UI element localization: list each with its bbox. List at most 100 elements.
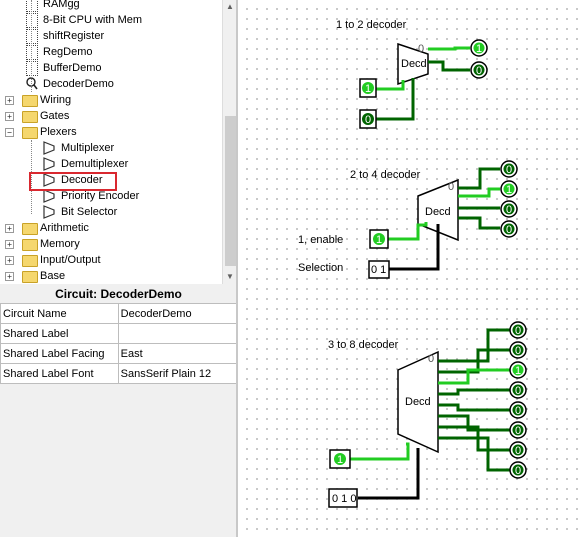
attribute-row: Shared Label Facing East: [0, 343, 238, 364]
tree-item-label: Multiplexer: [61, 142, 115, 154]
attribute-value[interactable]: SansSerif Plain 12: [117, 363, 238, 384]
decoder3-output-wires: [438, 328, 510, 472]
tree-guide-line: [31, 0, 32, 92]
decoder3-selection-pin[interactable]: 0 1 0: [328, 488, 358, 508]
decoder1-enable-pin[interactable]: 0: [359, 109, 377, 129]
attribute-name: Shared Label Facing: [0, 343, 119, 364]
tree-item-label: BufferDemo: [43, 62, 102, 74]
decoder2-selection-pin[interactable]: 0 1: [368, 260, 390, 279]
scroll-down-icon[interactable]: ▼: [226, 272, 234, 281]
decoder3-output-bit: 0: [515, 345, 521, 357]
folder-icon: [22, 239, 38, 251]
decoder1-wire-out0: [428, 46, 470, 51]
collapse-icon[interactable]: −: [5, 128, 14, 137]
attribute-name: Shared Label: [0, 323, 119, 344]
tree-item-memory[interactable]: + Memory: [0, 236, 222, 252]
tree-item-bit-selector[interactable]: Bit Selector: [0, 204, 222, 220]
folder-icon: [22, 255, 38, 267]
scroll-thumb[interactable]: [225, 116, 236, 266]
attributes-title: Circuit: DecoderDemo: [55, 287, 182, 301]
decoder3-output-bit: 0: [515, 385, 521, 397]
decoder2-wire-out3: [458, 216, 500, 230]
decoder1-enable-bit: 0: [365, 114, 371, 126]
attribute-row: Shared Label Font SansSerif Plain 12: [0, 363, 238, 384]
circuit-canvas[interactable]: 1 to 2 decoder Decd 0 1 0 1 0 2 to 4 dec…: [238, 0, 581, 537]
attribute-value[interactable]: East: [117, 343, 238, 364]
expand-icon[interactable]: +: [5, 224, 14, 233]
expand-icon[interactable]: +: [5, 272, 14, 281]
svg-text:1: 1: [337, 454, 343, 466]
svg-text:1: 1: [476, 43, 482, 55]
tree-item-label: RAMgg: [43, 0, 80, 10]
tree-item-base[interactable]: + Base: [0, 268, 222, 284]
svg-text:0: 0: [506, 224, 512, 236]
decoder2-wire-sel: [388, 224, 440, 271]
folder-icon: [22, 111, 38, 123]
tree-item-label: 8-Bit CPU with Mem: [43, 14, 143, 26]
tree-item-gates[interactable]: + Gates: [0, 108, 222, 124]
scroll-up-icon[interactable]: ▲: [226, 2, 234, 11]
svg-text:1: 1: [506, 184, 512, 196]
expand-icon[interactable]: +: [5, 112, 14, 121]
tree-item-label: Base: [40, 270, 66, 282]
decoder1-input-pin[interactable]: 1: [359, 78, 377, 98]
priority-encoder-icon: [42, 189, 56, 203]
tree-item-label: Wiring: [40, 94, 72, 106]
decoder2-output-0: 0: [500, 160, 518, 178]
decoder3-wire-out3: [438, 388, 510, 396]
attribute-value[interactable]: DecoderDemo: [117, 303, 238, 324]
decoder2-wire-out0: [458, 167, 500, 190]
tree-item-multiplexer[interactable]: Multiplexer: [0, 140, 222, 156]
circuit-icon: [26, 61, 38, 76]
tree-item-shiftregister[interactable]: shiftRegister: [0, 28, 222, 44]
decoder2-wire-en: [388, 222, 428, 241]
svg-text:0 1 0: 0 1 0: [332, 493, 356, 505]
attribute-row: Shared Label: [0, 323, 238, 344]
decoder2-title: 2 to 4 decoder: [350, 169, 421, 181]
decoder2-enable-pin[interactable]: 1: [369, 229, 389, 249]
decoder3-output-4: 0: [509, 401, 527, 419]
folder-icon: [22, 223, 38, 235]
decoder3-wire-out0: [438, 328, 510, 363]
tree-item-input-output[interactable]: + Input/Output: [0, 252, 222, 268]
expand-icon[interactable]: +: [5, 96, 14, 105]
decoder2-enable-label: 1, enable: [298, 234, 343, 246]
decoder3-enable-pin[interactable]: 1: [329, 449, 351, 469]
decoder3-wire-out4: [438, 403, 510, 412]
attribute-name: Shared Label Font: [0, 363, 119, 384]
tree-item-decoderdemo[interactable]: DecoderDemo: [0, 76, 222, 92]
tree-item-label: RegDemo: [43, 46, 93, 58]
svg-text:0: 0: [476, 65, 482, 77]
tree-item-plexers[interactable]: − Plexers: [0, 124, 222, 140]
decoder1-input-bit: 1: [365, 83, 371, 95]
decoder3-output-6: 0: [509, 441, 527, 459]
demultiplexer-icon: [42, 157, 56, 171]
attributes-table: Circuit Name DecoderDemo Shared Label Sh…: [0, 303, 238, 384]
tree-item-wiring[interactable]: + Wiring: [0, 92, 222, 108]
tree-item-demultiplexer[interactable]: Demultiplexer: [0, 156, 222, 172]
decoder1-title: 1 to 2 decoder: [336, 19, 407, 31]
decoder2-output-2: 0: [500, 200, 518, 218]
decoder3-index: 0: [428, 353, 434, 365]
tree-item-bufferdemo[interactable]: BufferDemo: [0, 60, 222, 76]
tree-item-8-bit-cpu-with-mem[interactable]: 8-Bit CPU with Mem: [0, 12, 222, 28]
tree-item-ramgg[interactable]: RAMgg: [0, 0, 222, 12]
decoder3-output-bit: 0: [515, 325, 521, 337]
expand-icon[interactable]: +: [5, 240, 14, 249]
tree-item-arithmetic[interactable]: + Arithmetic: [0, 220, 222, 236]
decoder1-index: 0: [418, 43, 424, 55]
decoder2-output-1: 1: [500, 180, 518, 198]
decoder1-output-0: 1: [470, 39, 488, 57]
explorer-tree: RAMgg 8-Bit CPU with Mem shiftRegister RegD…: [0, 0, 222, 284]
tree-item-regdemo[interactable]: RegDemo: [0, 44, 222, 60]
attribute-row: Circuit Name DecoderDemo: [0, 303, 238, 324]
circuit-icon: [26, 45, 38, 60]
decoder2-wire-out1: [458, 187, 500, 198]
tree-item-label: shiftRegister: [43, 30, 105, 42]
circuit-drawing: 1 to 2 decoder Decd 0 1 0 1 0 2 to 4 dec…: [298, 19, 527, 508]
decoder3-output-1: 0: [509, 341, 527, 359]
tree-item-label: Memory: [40, 238, 80, 250]
attribute-value[interactable]: [117, 323, 238, 344]
expand-icon[interactable]: +: [5, 256, 14, 265]
decoder3-wire-en: [350, 442, 410, 461]
